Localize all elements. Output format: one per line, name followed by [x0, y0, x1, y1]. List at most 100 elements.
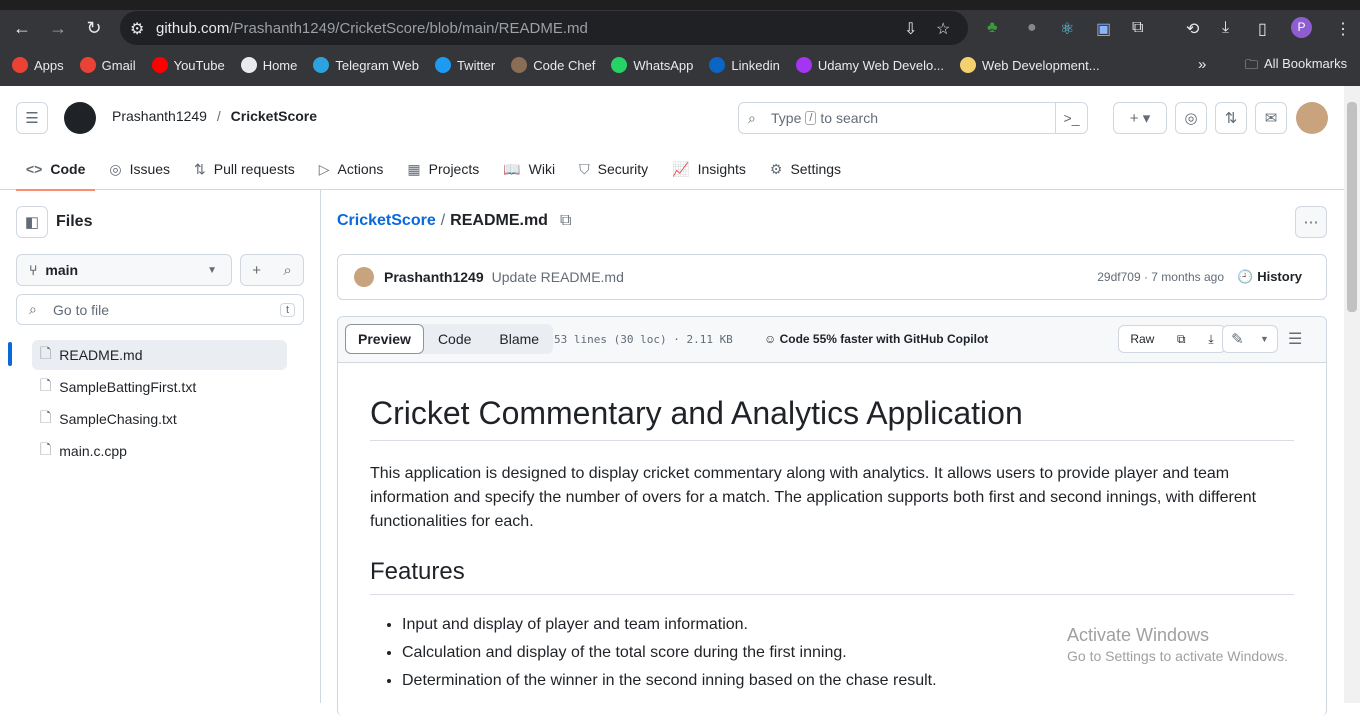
- search-files-icon[interactable]: ⌕: [283, 262, 291, 279]
- side-panel-icon[interactable]: ▯: [1258, 19, 1267, 39]
- tab-wiki[interactable]: 📖 Wiki: [493, 148, 565, 190]
- all-bookmarks[interactable]: 🗀 All Bookmarks: [1245, 56, 1347, 78]
- all-bookmarks-label: All Bookmarks: [1264, 56, 1348, 71]
- copy-icon[interactable]: ⧉: [1177, 332, 1186, 347]
- extensions-puzzle-icon[interactable]: ⧉: [1132, 19, 1143, 37]
- github-logo-icon[interactable]: [64, 102, 96, 134]
- download-icon[interactable]: ⤓: [1208, 332, 1213, 347]
- tab-insights[interactable]: 📈 Insights: [662, 148, 756, 190]
- file-tree-label: README.md: [59, 347, 143, 363]
- tab-icon: ▷: [318, 160, 330, 177]
- back-icon[interactable]: ←: [4, 18, 40, 39]
- performance-icon[interactable]: ⟲: [1186, 19, 1199, 39]
- collapse-sidebar-button[interactable]: ◧: [16, 206, 48, 238]
- copilot-promo[interactable]: ☺ Code 55% faster with GitHub Copilot: [764, 332, 988, 346]
- bookmark-label: YouTube: [173, 57, 225, 73]
- add-file-icon[interactable]: +: [252, 262, 261, 279]
- commit-meta[interactable]: 29df709 · 7 months ago: [1097, 270, 1224, 284]
- more-options-button[interactable]: ⋯: [1295, 206, 1327, 238]
- bookmark-item[interactable]: Twitter: [434, 57, 495, 73]
- bookmark-item[interactable]: Web Development...: [960, 57, 1100, 73]
- tab-actions[interactable]: ▷ Actions: [309, 148, 394, 190]
- bookmark-item[interactable]: Home: [240, 57, 297, 73]
- tab-security[interactable]: ⛉ Security: [569, 148, 658, 190]
- latest-commit-bar: Prashanth1249 Update README.md 29df709 ·…: [337, 254, 1327, 300]
- windows-activation-watermark: Activate Windows Go to Settings to activ…: [1067, 625, 1288, 664]
- file-tree-item[interactable]: 🗋 SampleChasing.txt: [32, 404, 287, 434]
- bookmark-item[interactable]: Telegram Web: [313, 57, 419, 73]
- file-tree-item[interactable]: 🗋 main.c.cpp: [32, 436, 287, 466]
- tab-pull-requests[interactable]: ⇅ Pull requests: [184, 148, 305, 190]
- tab-projects[interactable]: ▦ Projects: [397, 148, 489, 190]
- tab-issues[interactable]: ◎ Issues: [99, 148, 180, 190]
- chevron-down-icon[interactable]: ▼: [1260, 334, 1269, 344]
- bookmark-item[interactable]: Apps: [12, 57, 64, 73]
- address-bar[interactable]: ⚙ github.com/Prashanth1249/CricketScore/…: [120, 11, 968, 45]
- outline-icon[interactable]: ☰: [1288, 329, 1302, 349]
- file-tree-item[interactable]: 🗋 README.md: [32, 340, 287, 370]
- owner-link[interactable]: Prashanth1249: [112, 108, 207, 124]
- page-scrollbar[interactable]: [1344, 86, 1360, 703]
- site-settings-icon[interactable]: ⚙: [130, 19, 144, 39]
- commit-author[interactable]: Prashanth1249: [384, 269, 484, 285]
- blame-tab[interactable]: Blame: [485, 324, 553, 354]
- copy-path-icon[interactable]: ⧉: [560, 212, 571, 230]
- watermark-title: Activate Windows: [1067, 625, 1210, 645]
- repo-tabs: <> Code ◎ Issues ⇅ Pull requests ▷ Actions ▦ Proj…: [16, 148, 855, 191]
- author-avatar: [354, 267, 374, 287]
- forward-icon[interactable]: →: [40, 18, 76, 39]
- scrollbar-thumb[interactable]: [1347, 102, 1357, 312]
- repo-link[interactable]: CricketScore: [231, 108, 317, 124]
- raw-button[interactable]: Raw: [1130, 332, 1154, 346]
- tab-code[interactable]: <> Code: [16, 148, 96, 191]
- edit-pencil-icon[interactable]: ✎: [1231, 330, 1244, 348]
- branch-selector[interactable]: ⑂ main ▼: [16, 254, 232, 286]
- go-to-file-input[interactable]: ⌕ Go to file t: [16, 294, 304, 325]
- readme-heading: Cricket Commentary and Analytics Applica…: [370, 395, 1294, 441]
- commit-message[interactable]: Update README.md: [492, 269, 624, 285]
- tab-label: Settings: [790, 161, 842, 177]
- downloads-icon[interactable]: ⤓: [1222, 19, 1229, 37]
- repo-link[interactable]: CricketScore: [337, 212, 436, 230]
- branch-name: main: [45, 262, 79, 278]
- file-icon: 🗋: [40, 377, 52, 393]
- tab-settings[interactable]: ⚙ Settings: [760, 148, 851, 190]
- search-input[interactable]: ⌕ Type / to search >_: [738, 102, 1088, 134]
- bookmark-item[interactable]: Udamy Web Develo...: [795, 57, 944, 73]
- bookmark-item[interactable]: Code Chef: [511, 57, 595, 73]
- pull-requests-button[interactable]: ⇅: [1215, 102, 1247, 134]
- react-devtools-icon[interactable]: ⚛: [1060, 19, 1074, 39]
- inbox-button[interactable]: ✉: [1255, 102, 1287, 134]
- history-button[interactable]: 🕘 History: [1237, 269, 1302, 285]
- file-icon: 🗋: [40, 441, 52, 457]
- extension-icon[interactable]: ●: [1027, 19, 1037, 37]
- preview-tab[interactable]: Preview: [345, 324, 424, 354]
- command-palette-icon[interactable]: >_: [1055, 103, 1087, 133]
- bookmark-favicon-icon: [960, 57, 977, 73]
- bookmark-item[interactable]: Gmail: [79, 57, 136, 73]
- tab-label: Security: [597, 161, 649, 177]
- branch-icon: ⑂: [29, 262, 38, 278]
- bookmark-item[interactable]: YouTube: [151, 57, 225, 73]
- extension-tree-icon[interactable]: ♣: [987, 19, 998, 37]
- code-tab[interactable]: Code: [424, 324, 485, 354]
- file-stats: 53 lines (30 loc) · 2.11 KB: [554, 333, 733, 346]
- address-row: ← → ↻ ⚙ github.com/Prashanth1249/Cricket…: [0, 10, 1360, 46]
- hamburger-menu-button[interactable]: ☰: [16, 102, 48, 134]
- create-new-button[interactable]: + ▾: [1113, 102, 1167, 134]
- folder-icon: 🗀: [1245, 57, 1259, 72]
- menu-icon[interactable]: ⋮: [1335, 19, 1351, 39]
- reload-icon[interactable]: ↻: [76, 18, 112, 39]
- issues-button[interactable]: ◎: [1175, 102, 1207, 134]
- search-prefix: Type: [771, 110, 802, 126]
- bookmark-item[interactable]: Linkedin: [709, 57, 780, 73]
- more-bookmarks-icon[interactable]: »: [1198, 56, 1206, 73]
- user-avatar[interactable]: [1296, 102, 1328, 134]
- install-icon[interactable]: ⇩: [904, 19, 917, 39]
- extension-screen-icon[interactable]: ▣: [1096, 19, 1111, 39]
- file-tree-item[interactable]: 🗋 SampleBattingFirst.txt: [32, 372, 287, 402]
- bookmark-star-icon[interactable]: ☆: [936, 19, 950, 39]
- bookmark-item[interactable]: WhatsApp: [611, 57, 693, 73]
- bookmark-favicon-icon: [709, 57, 726, 73]
- profile-avatar[interactable]: P: [1291, 17, 1312, 38]
